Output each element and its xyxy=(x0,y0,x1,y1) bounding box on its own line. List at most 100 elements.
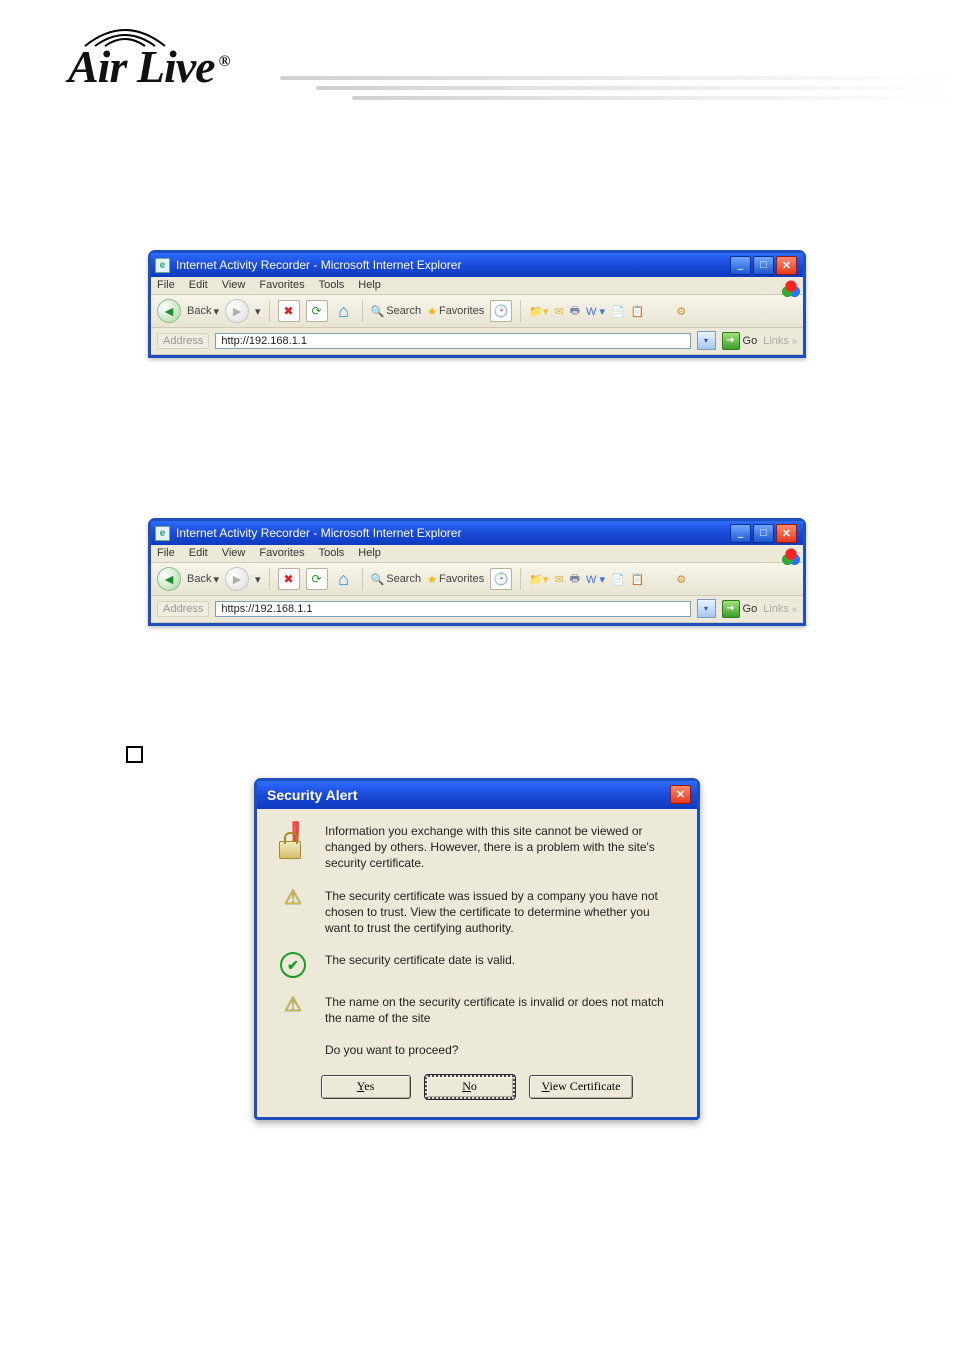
close-icon[interactable]: ✕ xyxy=(776,256,797,275)
forward-icon[interactable]: ► xyxy=(225,567,249,591)
window-titlebar: e Internet Activity Recorder - Microsoft… xyxy=(151,521,803,545)
address-label: Address xyxy=(157,333,209,349)
toolbar: ◄ Back ▾ ► ▾ ✖ ⟳ ⌂ 🔍Search ★Favorites 🕑 … xyxy=(151,563,803,596)
alert-item-1: ⚠ The security certificate was issued by… xyxy=(277,888,677,937)
address-input[interactable]: https://192.168.1.1 xyxy=(215,601,690,617)
menu-bar: File Edit View Favorites Tools Help xyxy=(151,545,803,563)
close-icon[interactable]: ✕ xyxy=(776,524,797,543)
gear-icon[interactable]: ⚙ xyxy=(676,305,686,318)
links-button[interactable]: Links » xyxy=(763,603,797,615)
go-button[interactable]: ➜Go xyxy=(722,600,758,618)
address-dropdown-icon[interactable]: ▾ xyxy=(697,599,716,618)
menu-view[interactable]: View xyxy=(222,279,246,291)
mail-icon[interactable]: ✉ xyxy=(554,573,563,586)
links-button[interactable]: Links » xyxy=(763,335,797,347)
home-icon[interactable]: ⌂ xyxy=(334,569,354,589)
menu-favorites[interactable]: Favorites xyxy=(259,547,304,559)
back-icon[interactable]: ◄ xyxy=(157,567,181,591)
menu-edit[interactable]: Edit xyxy=(189,279,208,291)
refresh-icon[interactable]: ⟳ xyxy=(306,568,328,590)
favorites-button[interactable]: ★Favorites xyxy=(427,305,484,318)
back-icon[interactable]: ◄ xyxy=(157,299,181,323)
window-title: Internet Activity Recorder - Microsoft I… xyxy=(176,258,461,272)
refresh-icon[interactable]: ⟳ xyxy=(306,300,328,322)
forward-icon[interactable]: ► xyxy=(225,299,249,323)
maximize-icon[interactable]: □ xyxy=(753,256,774,275)
edit-icon[interactable]: W ▾ xyxy=(586,573,605,586)
home-icon[interactable]: ⌂ xyxy=(334,301,354,321)
bullet-marker xyxy=(126,746,954,766)
browser-window-http: e Internet Activity Recorder - Microsoft… xyxy=(148,250,806,358)
warning-triangle-icon: ⚠ xyxy=(282,888,304,910)
favorites-star-icon: ★ xyxy=(427,573,437,586)
alert-item-3-text: The name on the security certificate is … xyxy=(325,994,677,1026)
history-icon[interactable]: 🕑 xyxy=(490,300,512,322)
airlive-logo: Air Live® xyxy=(68,40,230,93)
print-icon[interactable]: 🖶 xyxy=(570,302,580,321)
menu-view[interactable]: View xyxy=(222,547,246,559)
discuss-icon[interactable]: 📄 xyxy=(611,305,625,318)
yes-button[interactable]: Yes xyxy=(321,1075,411,1099)
print-icon[interactable]: 🖶 xyxy=(570,570,580,589)
research-icon[interactable]: 📋 xyxy=(631,305,645,318)
security-alert-dialog: Security Alert ✕ ❗ Information you excha… xyxy=(254,778,700,1120)
menu-tools[interactable]: Tools xyxy=(319,547,345,559)
browser-window-https: e Internet Activity Recorder - Microsoft… xyxy=(148,518,806,626)
header-decoration xyxy=(280,76,954,106)
dialog-close-icon[interactable]: ✕ xyxy=(670,785,691,804)
address-input[interactable]: http://192.168.1.1 xyxy=(215,333,690,349)
stop-icon[interactable]: ✖ xyxy=(278,568,300,590)
warning-triangle-icon: ⚠ xyxy=(282,994,304,1016)
folders-icon[interactable]: 📁▾ xyxy=(529,573,548,586)
ie-page-icon: e xyxy=(155,526,170,541)
go-arrow-icon: ➜ xyxy=(722,332,740,350)
view-certificate-button[interactable]: View Certificate xyxy=(529,1075,634,1099)
maximize-icon[interactable]: □ xyxy=(753,524,774,543)
minimize-icon[interactable]: _ xyxy=(730,524,751,543)
mail-icon[interactable]: ✉ xyxy=(554,305,563,318)
wifi-arc-icon xyxy=(80,24,170,48)
search-button[interactable]: 🔍Search xyxy=(371,305,422,318)
window-title: Internet Activity Recorder - Microsoft I… xyxy=(176,526,461,540)
back-button[interactable]: Back ▾ xyxy=(187,305,219,318)
menu-file[interactable]: File xyxy=(157,279,175,291)
research-icon[interactable]: 📋 xyxy=(631,573,645,586)
no-button[interactable]: No xyxy=(425,1075,515,1099)
alert-proceed-text: Do you want to proceed? xyxy=(325,1043,677,1057)
menu-edit[interactable]: Edit xyxy=(189,547,208,559)
go-button[interactable]: ➜Go xyxy=(722,332,758,350)
dialog-title: Security Alert xyxy=(267,787,358,803)
square-bullet-icon xyxy=(126,746,143,763)
stop-icon[interactable]: ✖ xyxy=(278,300,300,322)
go-arrow-icon: ➜ xyxy=(722,600,740,618)
folders-icon[interactable]: 📁▾ xyxy=(529,305,548,318)
alert-item-2-text: The security certificate date is valid. xyxy=(325,952,515,978)
history-icon[interactable]: 🕑 xyxy=(490,568,512,590)
menu-file[interactable]: File xyxy=(157,547,175,559)
favorites-button[interactable]: ★Favorites xyxy=(427,573,484,586)
address-bar: Address https://192.168.1.1 ▾ ➜Go Links … xyxy=(151,596,803,623)
menu-tools[interactable]: Tools xyxy=(319,279,345,291)
toolbar: ◄ Back ▾ ► ▾ ✖ ⟳ ⌂ 🔍Search ★Favorites 🕑 … xyxy=(151,295,803,328)
alert-item-2: ✔ The security certificate date is valid… xyxy=(277,952,677,978)
discuss-icon[interactable]: 📄 xyxy=(611,573,625,586)
gear-icon[interactable]: ⚙ xyxy=(676,573,686,586)
search-button[interactable]: 🔍Search xyxy=(371,573,422,586)
menu-help[interactable]: Help xyxy=(358,279,381,291)
address-label: Address xyxy=(157,601,209,617)
favorites-star-icon: ★ xyxy=(427,305,437,318)
menu-bar: File Edit View Favorites Tools Help xyxy=(151,277,803,295)
edit-icon[interactable]: W ▾ xyxy=(586,305,605,318)
check-circle-icon: ✔ xyxy=(280,952,306,978)
search-icon: 🔍 xyxy=(371,573,385,586)
menu-favorites[interactable]: Favorites xyxy=(259,279,304,291)
address-dropdown-icon[interactable]: ▾ xyxy=(697,331,716,350)
menu-help[interactable]: Help xyxy=(358,547,381,559)
search-icon: 🔍 xyxy=(371,305,385,318)
back-button[interactable]: Back ▾ xyxy=(187,573,219,586)
windows-flag-icon xyxy=(782,547,800,565)
alert-item-3: ⚠ The name on the security certificate i… xyxy=(277,994,677,1026)
address-bar: Address http://192.168.1.1 ▾ ➜Go Links » xyxy=(151,328,803,355)
minimize-icon[interactable]: _ xyxy=(730,256,751,275)
alert-item-1-text: The security certificate was issued by a… xyxy=(325,888,677,937)
